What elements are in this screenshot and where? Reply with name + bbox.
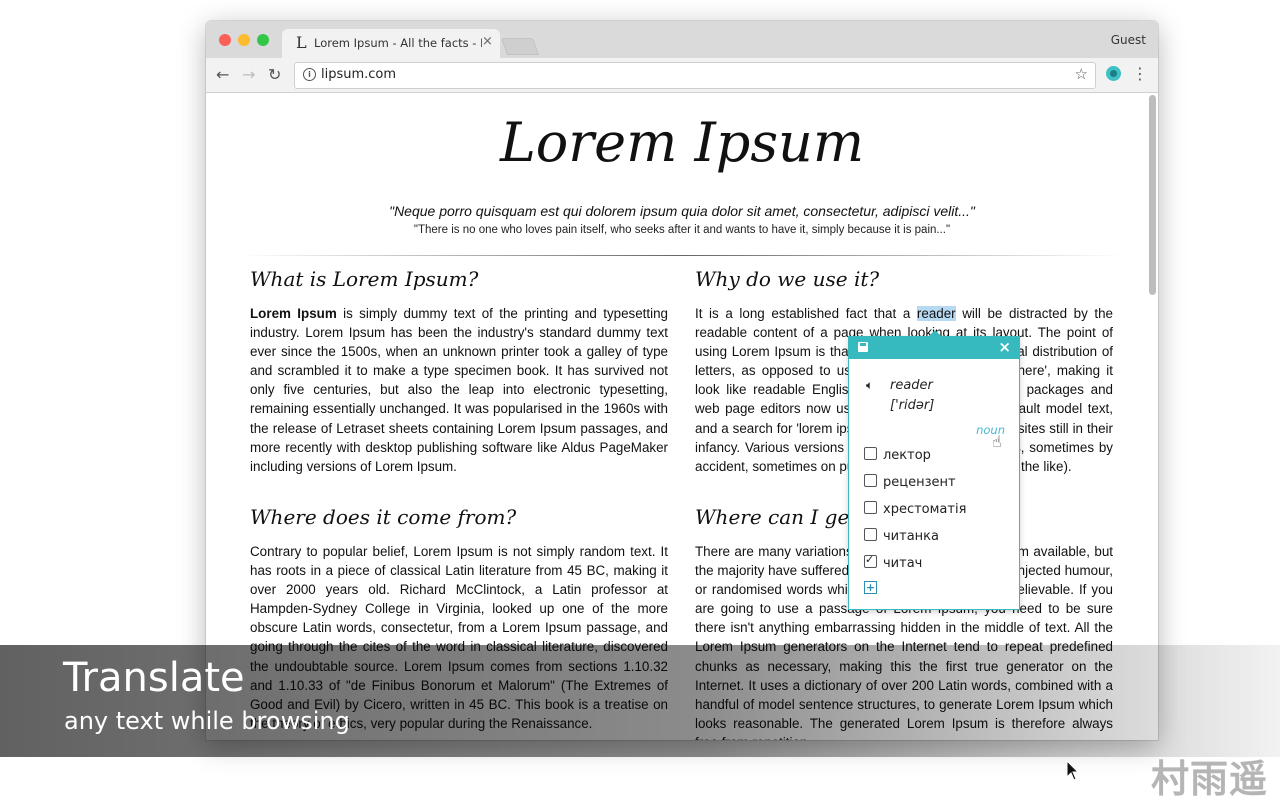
divider bbox=[240, 255, 1122, 256]
heading-what-is: What is Lorem Ipsum? bbox=[250, 267, 479, 291]
tab-favicon: L bbox=[296, 33, 307, 52]
arrow-cursor-icon bbox=[1066, 759, 1080, 786]
reload-icon[interactable]: ↻ bbox=[268, 65, 281, 84]
page-quote-translation: "There is no one who loves pain itself, … bbox=[413, 224, 951, 236]
translation-label: рецензент bbox=[883, 475, 956, 490]
back-icon[interactable]: ← bbox=[216, 65, 229, 84]
translation-label: лектор bbox=[883, 448, 931, 463]
checkbox-checked[interactable] bbox=[864, 553, 877, 568]
watermark: 村雨遥 bbox=[1150, 757, 1268, 801]
tab-close-icon[interactable]: × bbox=[482, 34, 493, 49]
translation-option[interactable]: рецензент bbox=[864, 474, 956, 490]
star-icon[interactable]: ☆ bbox=[1075, 65, 1088, 83]
checkbox[interactable] bbox=[864, 528, 877, 541]
profile-label[interactable]: Guest bbox=[1111, 33, 1146, 47]
caption-subtitle: any text while browsing bbox=[64, 707, 350, 735]
save-icon[interactable] bbox=[858, 342, 868, 352]
menu-icon[interactable]: ⋮ bbox=[1132, 64, 1148, 83]
translation-option[interactable]: лектор bbox=[864, 447, 931, 463]
tab-bar: L Lorem Ipsum - All the facts - L × Gues… bbox=[206, 21, 1158, 58]
caption-title: Translate bbox=[63, 655, 245, 701]
minimize-window-button[interactable] bbox=[238, 34, 250, 46]
popup-header: × bbox=[849, 337, 1019, 359]
translation-label: читанка bbox=[883, 529, 939, 544]
tab-lorem-ipsum[interactable]: L Lorem Ipsum - All the facts - L × bbox=[282, 29, 500, 58]
translation-option[interactable]: читач bbox=[864, 553, 923, 571]
heading-where-from: Where does it come from? bbox=[250, 505, 517, 529]
checkbox[interactable] bbox=[864, 447, 877, 460]
paragraph-what-is: Lorem Ipsum is simply dummy text of the … bbox=[250, 304, 668, 476]
maximize-window-button[interactable] bbox=[257, 34, 269, 46]
hand-cursor-icon: ☝︎ bbox=[992, 432, 1002, 451]
extension-icon[interactable] bbox=[1106, 66, 1121, 81]
popup-transcription: ['ridər] bbox=[890, 398, 935, 413]
translation-label: хрестоматія bbox=[883, 502, 967, 517]
page-quote: "Neque porro quisquam est qui dolorem ip… bbox=[389, 203, 975, 219]
address-bar[interactable]: i lipsum.com ☆ bbox=[294, 62, 1096, 89]
translation-option[interactable]: хрестоматія bbox=[864, 501, 966, 517]
popup-word: reader bbox=[890, 378, 933, 393]
browser-toolbar: ← → ↻ i lipsum.com ☆ ⋮ bbox=[206, 58, 1158, 93]
page-title: Lorem Ipsum bbox=[499, 111, 865, 174]
translation-popup: × 🔈︎ reader ['ridər] noun лектор рецензе… bbox=[848, 330, 1020, 610]
close-icon[interactable]: × bbox=[998, 338, 1011, 356]
add-translation-icon[interactable]: + bbox=[864, 581, 877, 594]
close-window-button[interactable] bbox=[219, 34, 231, 46]
heading-why: Why do we use it? bbox=[695, 267, 880, 291]
paragraph-why-before: It is a long established fact that a bbox=[695, 306, 917, 321]
info-icon[interactable]: i bbox=[303, 68, 316, 81]
url-text[interactable]: lipsum.com bbox=[321, 67, 396, 82]
lead-bold: Lorem Ipsum bbox=[250, 306, 337, 321]
paragraph-what-is-text: is simply dummy text of the printing and… bbox=[250, 306, 668, 474]
speaker-icon[interactable]: 🔈︎ bbox=[866, 378, 873, 393]
checkbox[interactable] bbox=[864, 474, 877, 487]
tab-title: Lorem Ipsum - All the facts - L bbox=[314, 36, 482, 50]
translation-label: читач bbox=[883, 556, 923, 571]
new-tab-button[interactable] bbox=[500, 38, 540, 55]
checkbox[interactable] bbox=[864, 501, 877, 514]
translation-option[interactable]: читанка bbox=[864, 528, 939, 544]
highlighted-word[interactable]: reader bbox=[916, 306, 956, 321]
forward-icon[interactable]: → bbox=[242, 65, 255, 84]
